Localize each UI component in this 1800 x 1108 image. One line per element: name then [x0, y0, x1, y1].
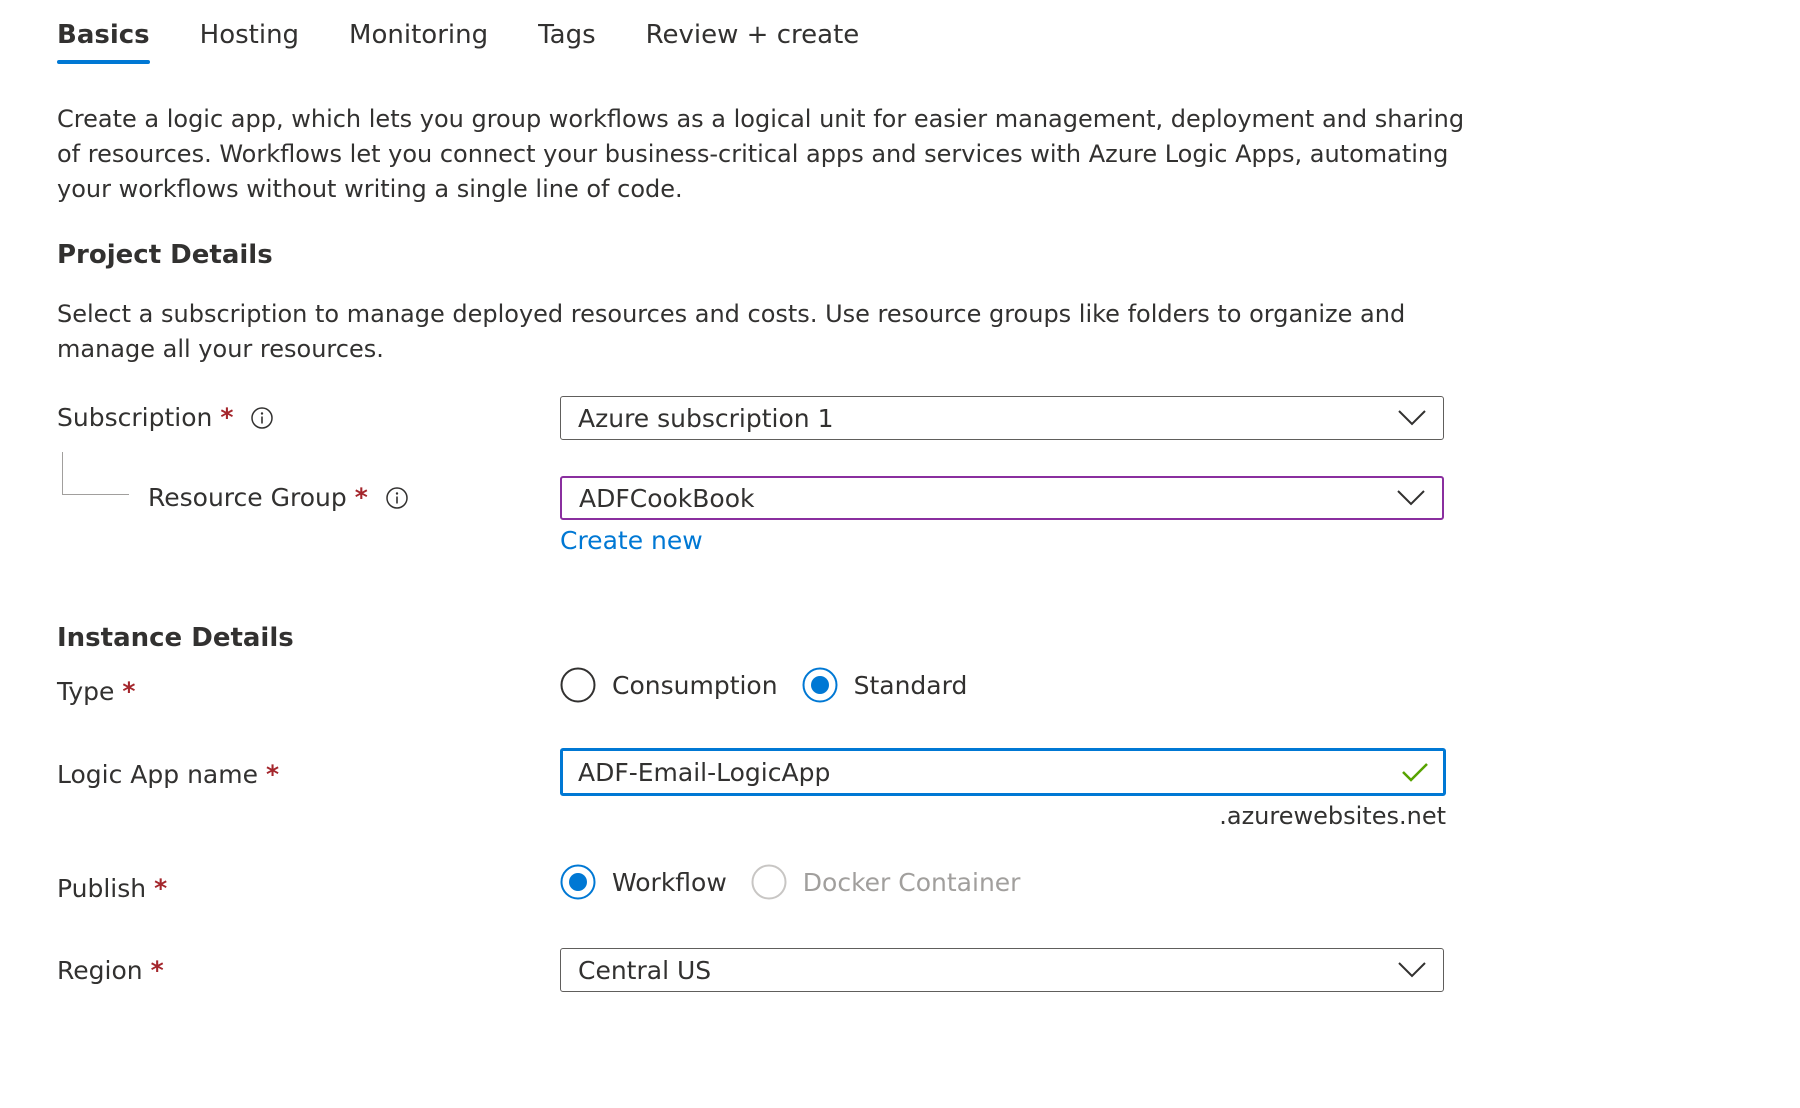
- region-label: Region *: [57, 956, 164, 985]
- chevron-down-icon: [1397, 490, 1425, 506]
- tab-tags[interactable]: Tags: [538, 20, 596, 64]
- resource-group-label-text: Resource Group: [148, 483, 347, 512]
- publish-workflow-label: Workflow: [612, 867, 727, 897]
- tab-review-create[interactable]: Review + create: [646, 20, 860, 64]
- type-consumption-label: Consumption: [612, 670, 778, 700]
- radio-unselected-icon: [560, 667, 596, 703]
- logic-app-name-value: ADF-Email-LogicApp: [578, 757, 831, 787]
- info-icon[interactable]: [386, 486, 408, 509]
- publish-radio-group: Workflow Docker Container: [560, 864, 1044, 900]
- create-new-link[interactable]: Create new: [560, 526, 703, 555]
- instance-details-title: Instance Details: [57, 623, 294, 653]
- type-consumption-radio[interactable]: Consumption: [560, 667, 778, 703]
- domain-suffix: .azurewebsites.net: [1219, 802, 1446, 830]
- required-marker: *: [122, 677, 136, 706]
- type-label: Type *: [57, 677, 136, 706]
- resource-group-label: Resource Group *: [148, 483, 408, 512]
- subscription-value: Azure subscription 1: [578, 403, 834, 433]
- logic-app-name-label-text: Logic App name: [57, 760, 258, 789]
- radio-disabled-icon: [751, 864, 787, 900]
- subscription-label-text: Subscription: [57, 403, 213, 432]
- project-details-description: Select a subscription to manage deployed…: [57, 300, 1406, 363]
- tab-basics[interactable]: Basics: [57, 20, 150, 64]
- region-value: Central US: [578, 955, 712, 985]
- resource-group-dropdown[interactable]: ADFCookBook: [560, 476, 1444, 520]
- chevron-down-icon: [1398, 410, 1426, 426]
- type-standard-label: Standard: [853, 670, 968, 700]
- radio-selected-icon: [802, 667, 838, 703]
- resource-group-value: ADFCookBook: [579, 483, 755, 513]
- required-marker: *: [220, 403, 234, 432]
- tab-hosting[interactable]: Hosting: [200, 20, 299, 64]
- logic-app-name-input[interactable]: ADF-Email-LogicApp: [560, 748, 1446, 796]
- radio-selected-icon: [560, 864, 596, 900]
- publish-docker-container-radio: Docker Container: [751, 864, 1021, 900]
- type-label-text: Type: [57, 677, 115, 706]
- chevron-down-icon: [1398, 962, 1426, 978]
- hierarchy-connector: [62, 452, 129, 495]
- required-marker: *: [154, 874, 168, 903]
- type-radio-group: Consumption Standard: [560, 667, 991, 703]
- logic-app-name-label: Logic App name *: [57, 760, 279, 789]
- publish-docker-container-label: Docker Container: [802, 867, 1021, 897]
- tab-bar: Basics Hosting Monitoring Tags Review + …: [57, 20, 909, 64]
- subscription-label: Subscription *: [57, 403, 274, 432]
- publish-workflow-radio[interactable]: Workflow: [560, 864, 727, 900]
- region-dropdown[interactable]: Central US: [560, 948, 1444, 992]
- publish-label-text: Publish: [57, 874, 147, 903]
- subscription-dropdown[interactable]: Azure subscription 1: [560, 396, 1444, 440]
- tab-monitoring[interactable]: Monitoring: [349, 20, 488, 64]
- type-standard-radio[interactable]: Standard: [802, 667, 968, 703]
- required-marker: *: [150, 956, 164, 985]
- required-marker: *: [354, 483, 368, 512]
- region-label-text: Region: [57, 956, 143, 985]
- publish-label: Publish *: [57, 874, 167, 903]
- info-icon[interactable]: [251, 406, 274, 429]
- checkmark-icon: [1402, 763, 1428, 782]
- intro-description: Create a logic app, which lets you group…: [57, 105, 1465, 203]
- project-details-title: Project Details: [57, 240, 273, 270]
- required-marker: *: [265, 760, 280, 789]
